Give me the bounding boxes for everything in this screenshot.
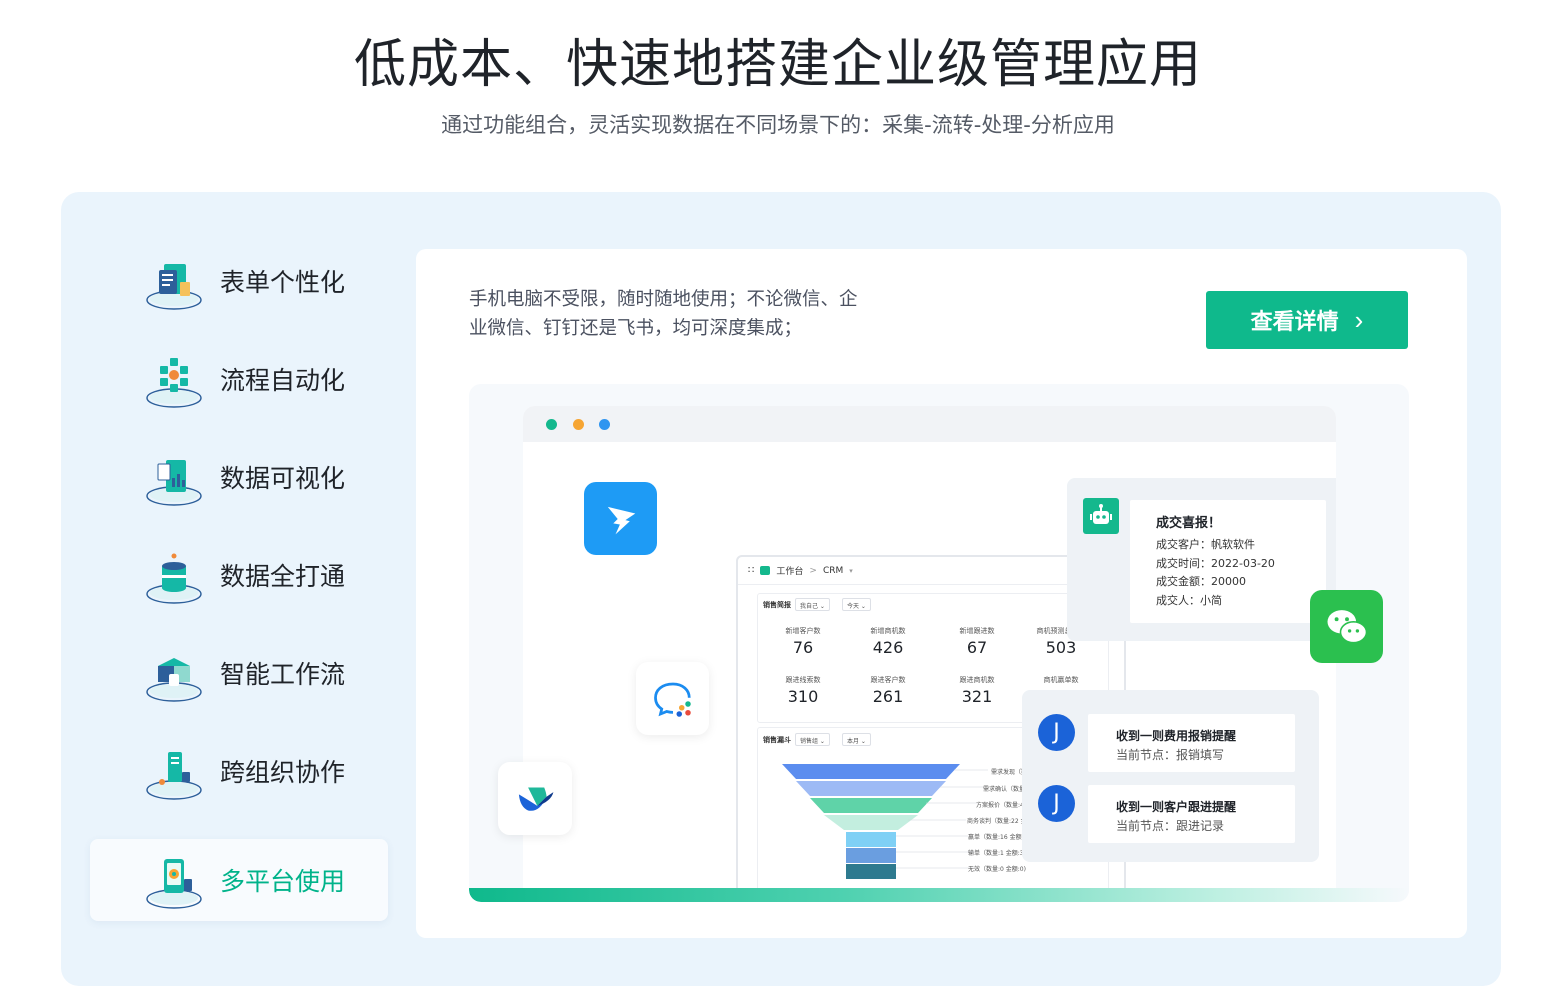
nav-item-multi-platform[interactable]: 多平台使用 [90,839,388,921]
nav-item-chart[interactable]: 数据可视化 [90,436,388,518]
feature-panel: 表单个性化 流程自动化 数据可视化 数据全打通 智能工作流 跨组织协作 多平台使… [61,192,1501,986]
breadcrumb-current: CRM [822,565,844,576]
owner-filter[interactable]: 我自己 ⌄ [795,598,830,611]
reminder-item[interactable]: 收到一则客户跟进提醒 当前节点：跟进记录 [1088,785,1295,843]
funnel-stage-5 [846,832,896,847]
platform-preview: ∷ 工作台 > CRM ▾ 销售简报 我自己 ⌄ 今天 ⌄ 新增客户数 76 新… [469,384,1409,902]
nav-label: 表单个性化 [220,268,346,297]
nav-label: 跨组织协作 [220,758,346,787]
stat-label: 跟进线索数 [785,676,821,684]
chevron-right-icon: › [1354,304,1364,335]
reminder-title: 收到一则客户跟进提醒 [1116,800,1237,814]
nav-label: 多平台使用 [220,867,346,896]
stat-value: 67 [966,638,988,657]
stat-value: 310 [787,687,819,706]
breadcrumb-separator: > [809,565,817,576]
description-line: 手机电脑不受限，随时随地使用；不论微信、企 [469,289,858,310]
nav-item-database[interactable]: 数据全打通 [90,534,388,616]
description-line: 业微信、钉钉还是飞书，均可深度集成； [469,318,803,339]
notice-line: 成交金额：20000 [1156,575,1246,588]
window-dot-green [546,419,557,430]
preview-accent-bar [469,888,1409,902]
wecom-icon [636,662,709,735]
nav-label: 数据全打通 [220,562,346,591]
feature-card: 手机电脑不受限，随时随地使用；不论微信、企 业微信、钉钉还是飞书，均可深度集成；… [416,249,1467,938]
funnel-stage-7 [846,864,896,879]
avatar: J [1038,785,1075,822]
view-details-button[interactable]: 查看详情 › [1206,291,1408,349]
funnel-stage-3 [810,798,932,813]
chevron-down-icon: ▾ [849,566,853,575]
nav-item-collaboration[interactable]: 跨组织协作 [90,730,388,812]
avatar: J [1038,714,1075,751]
nav-item-smart-flow[interactable]: 智能工作流 [90,632,388,714]
window-dot-blue [599,419,610,430]
nav-label: 数据可视化 [220,464,346,493]
multi-platform-icon [146,859,202,909]
reminder-subtitle: 当前节点：跟进记录 [1116,819,1225,833]
form-icon [146,264,202,310]
notice-line: 成交人：小简 [1156,593,1222,607]
page-subtitle: 通过功能组合，灵活实现数据在不同场景下的：采集-流转-处理-分析应用 [441,113,1115,137]
stat-label: 商机赢单数 [1043,676,1079,684]
stat-label: 新增客户数 [785,627,821,635]
team-filter[interactable]: 销售组 ⌄ [795,733,830,746]
workflow-icon [146,358,202,408]
section-title: 销售简报 [763,601,791,609]
month-filter[interactable]: 本月 ⌄ [842,733,871,746]
stat-label: 新增商机数 [870,627,906,635]
smart-flow-icon [146,658,202,702]
stat-label: 新增跟进数 [959,627,995,635]
stat-value: 261 [872,687,904,706]
funnel-stage-4 [824,815,918,830]
stat-value: 426 [872,638,904,657]
stat-value: 321 [961,687,993,706]
deal-notice-body: 成交喜报！ 成交客户：帆软软件 成交时间：2022-03-20 成交金额：200… [1130,500,1326,623]
notice-line: 成交客户：帆软软件 [1156,538,1255,551]
feature-description: 手机电脑不受限，随时随地使用；不论微信、企 业微信、钉钉还是飞书，均可深度集成； [469,285,899,343]
nav-label: 流程自动化 [220,366,346,395]
funnel-stage-1 [782,764,960,779]
reminder-panel: J 收到一则费用报销提醒 当前节点：报销填写 J 收到一则客户跟进提醒 当前节点… [1022,690,1319,862]
reminder-subtitle: 当前节点：报销填写 [1116,748,1225,762]
nav-item-form[interactable]: 表单个性化 [90,240,388,322]
funnel-stage-6 [846,848,896,863]
chart-icon [146,460,202,506]
database-icon [146,553,202,604]
grid-icon: ∷ [748,565,755,576]
nav-item-workflow[interactable]: 流程自动化 [90,338,388,420]
reminder-title: 收到一则费用报销提醒 [1116,729,1237,743]
funnel-label: 无效（数量:0 金额:0) [968,866,1026,873]
window-dot-orange [573,419,584,430]
notice-line: 成交时间：2022-03-20 [1156,556,1275,570]
feishu-icon [498,762,572,835]
breadcrumb-home[interactable]: 工作台 [776,564,803,577]
workspace-icon [760,566,771,575]
wechat-icon [1310,590,1383,663]
view-details-label: 查看详情 [1250,309,1339,334]
section-title: 销售漏斗 [763,736,791,744]
collaboration-icon [146,752,202,800]
date-filter[interactable]: 今天 ⌄ [842,598,871,611]
stat-value: 76 [792,638,814,657]
stat-label: 跟进客户数 [870,676,906,684]
stat-label: 跟进商机数 [959,676,995,684]
nav-label: 智能工作流 [220,660,346,689]
dingtalk-icon [584,482,657,555]
reminder-item[interactable]: 收到一则费用报销提醒 当前节点：报销填写 [1088,714,1295,772]
notice-title: 成交喜报！ [1156,516,1222,531]
deal-notice-card: 成交喜报！ 成交客户：帆软软件 成交时间：2022-03-20 成交金额：200… [1067,478,1336,641]
funnel-stage-2 [796,781,946,796]
browser-titlebar [523,406,1336,442]
robot-icon [1083,498,1119,534]
page-title: 低成本、快速地搭建企业级管理应用 [353,35,1202,95]
